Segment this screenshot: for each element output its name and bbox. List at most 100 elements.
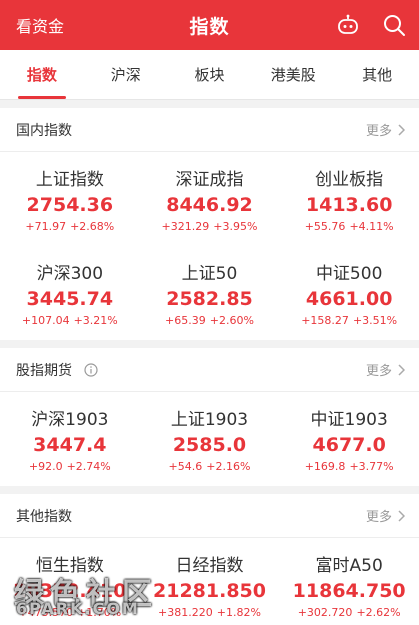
more-label: 更多 xyxy=(365,124,392,139)
change-percent: +2.62% xyxy=(356,606,401,619)
index-change: +107.04 +3.21% xyxy=(22,314,118,327)
futures-price: 4677.0 xyxy=(312,434,386,456)
tab-hk-us[interactable]: 港美股 xyxy=(251,50,335,99)
change-percent: +1.82% xyxy=(216,606,261,619)
info-icon[interactable] xyxy=(84,362,98,377)
change-value: +71.97 xyxy=(25,220,67,233)
more-label: 更多 xyxy=(365,510,392,525)
index-grid: 上证指数 2754.36 +71.97 +2.68% 深证成指 8446.92 +321.… xyxy=(0,152,419,340)
index-price: 28372.410 xyxy=(13,580,127,602)
index-price: 2582.85 xyxy=(166,288,253,310)
index-card[interactable]: 深证成指 8446.92 +321.29 +3.95% xyxy=(140,152,280,246)
section-header: 股指期货 更多 xyxy=(0,348,419,392)
change-percent: +3.21% xyxy=(73,314,118,327)
chevron-right-icon xyxy=(398,123,405,136)
change-value: +65.39 xyxy=(165,314,206,327)
change-value: +381.220 xyxy=(158,606,213,619)
index-name: 恒生指数 xyxy=(35,556,104,576)
futures-grid: 沪深1903 3447.4 +92.0 +2.74% 上证1903 2585.0 +54.… xyxy=(0,392,419,486)
index-change: +71.97 +2.68% xyxy=(25,220,114,233)
index-name: 中证500 xyxy=(315,264,383,284)
futures-card[interactable]: 中证1903 4677.0 +169.8 +3.77% xyxy=(279,392,419,486)
index-card[interactable]: 日经指数 21281.850 +381.220 +1.82% xyxy=(140,538,280,625)
index-card[interactable]: 上证指数 2754.36 +71.97 +2.68% xyxy=(0,152,140,246)
futures-price: 3447.4 xyxy=(33,434,107,456)
index-price: 4661.00 xyxy=(305,288,393,310)
change-percent: +2.16% xyxy=(206,460,251,473)
index-card[interactable]: 恒生指数 28372.410 +473.570 +1.70% xyxy=(0,538,140,625)
index-change: +302.720 +2.62% xyxy=(298,606,401,619)
index-change: +381.220 +1.82% xyxy=(158,606,261,619)
futures-card[interactable]: 上证1903 2585.0 +54.6 +2.16% xyxy=(140,392,280,486)
index-card[interactable]: 富时A50 11864.750 +302.720 +2.62% xyxy=(279,538,419,625)
change-value: +107.04 xyxy=(21,314,70,327)
change-value: +54.6 xyxy=(168,460,203,473)
futures-name: 上证1903 xyxy=(170,410,249,430)
change-percent: +3.51% xyxy=(352,314,398,327)
search-icon[interactable] xyxy=(381,12,407,38)
change-value: +158.27 xyxy=(301,314,349,327)
more-label: 更多 xyxy=(365,364,392,379)
index-name: 创业板指 xyxy=(315,170,384,190)
index-name: 上证50 xyxy=(181,264,238,284)
index-price: 11864.750 xyxy=(292,580,406,602)
header-actions xyxy=(335,12,407,38)
change-percent: +3.95% xyxy=(213,220,258,233)
change-percent: +2.68% xyxy=(70,220,115,233)
futures-card[interactable]: 沪深1903 3447.4 +92.0 +2.74% xyxy=(0,392,140,486)
futures-name: 沪深1903 xyxy=(31,410,109,430)
section-header: 其他指数 更多 xyxy=(0,494,419,538)
tab-other[interactable]: 其他 xyxy=(335,50,419,99)
chevron-right-icon xyxy=(398,509,405,522)
futures-name: 中证1903 xyxy=(310,410,388,430)
index-price: 8446.92 xyxy=(166,194,253,216)
domestic-index-section: 国内指数 更多 上证指数 2754.36 +71.97 +2.68% 深证成指 8446… xyxy=(0,108,419,340)
futures-section: 股指期货 更多 沪深1903 3447.4 +92.0 +2.74% 上证1903 25… xyxy=(0,348,419,486)
index-name: 上证指数 xyxy=(35,170,104,190)
index-name: 沪深300 xyxy=(36,264,104,284)
index-price: 3445.74 xyxy=(26,288,114,310)
more-link[interactable]: 更多 xyxy=(366,120,405,139)
index-card[interactable]: 沪深300 3445.74 +107.04 +3.21% xyxy=(0,246,140,340)
index-change: +473.570 +1.70% xyxy=(18,606,121,619)
change-percent: +1.70% xyxy=(77,606,122,619)
view-funds-link[interactable]: 看资金 xyxy=(16,13,64,37)
change-percent: +2.74% xyxy=(66,460,111,473)
index-name: 深证成指 xyxy=(175,170,244,190)
index-change: +158.27 +3.51% xyxy=(301,314,397,327)
tab-index[interactable]: 指数 xyxy=(0,50,84,99)
change-percent: +3.77% xyxy=(349,460,394,473)
index-card[interactable]: 创业板指 1413.60 +55.76 +4.11% xyxy=(279,152,419,246)
change-value: +473.570 xyxy=(18,606,74,619)
index-price: 1413.60 xyxy=(305,194,393,216)
tab-hushen[interactable]: 沪深 xyxy=(84,50,168,99)
index-price: 21281.850 xyxy=(153,580,266,602)
change-percent: +4.11% xyxy=(349,220,394,233)
robot-icon[interactable] xyxy=(335,12,361,38)
index-change: +321.29 +3.95% xyxy=(162,220,258,233)
change-value: +302.720 xyxy=(297,606,353,619)
index-change: +65.39 +2.60% xyxy=(165,314,254,327)
tab-bar: 指数 沪深 板块 港美股 其他 xyxy=(0,50,419,100)
futures-change: +54.6 +2.16% xyxy=(169,460,251,473)
index-change: +55.76 +4.11% xyxy=(305,220,394,233)
index-card[interactable]: 中证500 4661.00 +158.27 +3.51% xyxy=(279,246,419,340)
change-value: +321.29 xyxy=(161,220,210,233)
index-card[interactable]: 上证50 2582.85 +65.39 +2.60% xyxy=(140,246,280,340)
more-link[interactable]: 更多 xyxy=(366,506,405,525)
futures-change: +92.0 +2.74% xyxy=(29,460,111,473)
other-index-section: 其他指数 更多 恒生指数 28372.410 +473.570 +1.70% 日经指数… xyxy=(0,494,419,625)
change-value: +169.8 xyxy=(304,460,346,473)
more-link[interactable]: 更多 xyxy=(366,360,405,379)
change-value: +92.0 xyxy=(28,460,63,473)
futures-price: 2585.0 xyxy=(172,434,247,456)
index-name: 富时A50 xyxy=(315,556,383,576)
section-title: 股指期货 xyxy=(16,362,72,379)
app-header: 看资金 指数 xyxy=(0,0,419,50)
tab-sector[interactable]: 板块 xyxy=(168,50,252,99)
other-index-grid: 恒生指数 28372.410 +473.570 +1.70% 日经指数 21281.85… xyxy=(0,538,419,625)
section-title: 国内指数 xyxy=(16,122,72,139)
index-name: 日经指数 xyxy=(175,556,244,576)
change-value: +55.76 xyxy=(304,220,346,233)
change-percent: +2.60% xyxy=(209,314,254,327)
